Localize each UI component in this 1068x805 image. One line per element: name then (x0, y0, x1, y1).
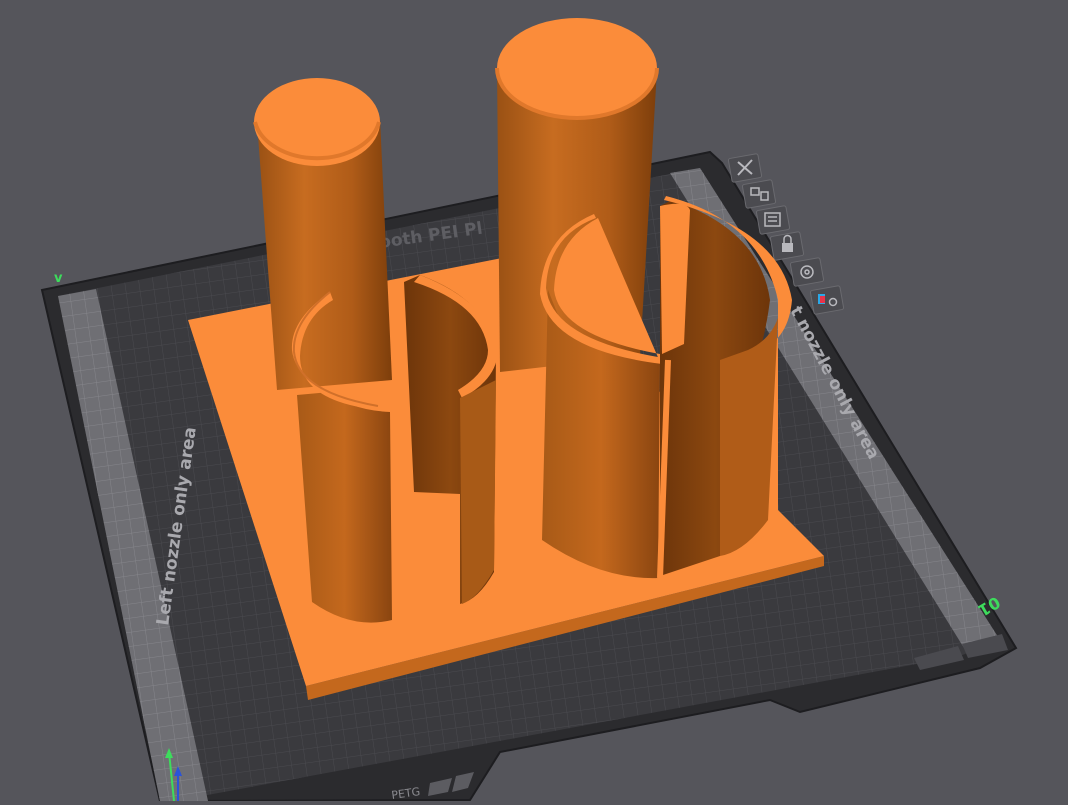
auto-orient-button[interactable] (789, 257, 825, 287)
close-plate-button[interactable] (727, 153, 763, 183)
filament-map-button[interactable] (809, 285, 845, 315)
lock-plate-button[interactable] (769, 231, 805, 261)
plate-settings-button[interactable] (755, 205, 791, 235)
3d-viewport[interactable]: ooth PEI Pl Left nozzle only area t nozz… (0, 0, 1068, 803)
arrange-objects-button[interactable] (741, 179, 777, 209)
left-cylinder (253, 78, 392, 390)
corner-marker: v (54, 271, 63, 286)
